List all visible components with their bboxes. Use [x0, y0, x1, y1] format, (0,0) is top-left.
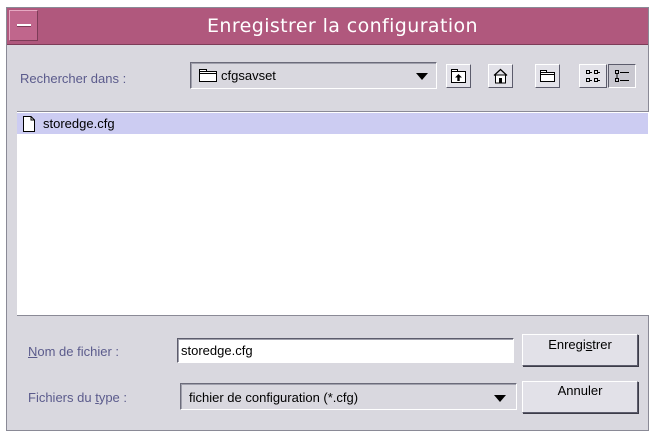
file-name-label-text: om de fichier :	[37, 344, 120, 359]
look-in-value: cfgsavset	[221, 68, 276, 83]
file-name-label-mnemonic: N	[28, 344, 38, 359]
file-list[interactable]: storedge.cfg	[17, 111, 649, 316]
title-bar[interactable]: Enregistrer la configuration	[7, 8, 648, 45]
cancel-button[interactable]: Annuler	[522, 381, 638, 413]
up-one-level-icon	[451, 69, 466, 83]
look-in-combo[interactable]: cfgsavset	[190, 62, 437, 89]
window-title: Enregistrer la configuration	[207, 15, 478, 37]
up-one-level-button[interactable]	[446, 64, 471, 88]
file-name-label: Nom de fichier :	[28, 344, 119, 359]
list-view-button[interactable]	[579, 64, 607, 88]
new-folder-icon	[540, 70, 555, 82]
save-dialog: Enregistrer la configuration Rechercher …	[6, 7, 649, 431]
look-in-label: Rechercher dans :	[20, 71, 127, 86]
list-view-icon	[586, 70, 600, 82]
file-list-item[interactable]: storedge.cfg	[17, 113, 648, 134]
home-button[interactable]	[488, 64, 513, 88]
save-button-label: Enregistrer	[548, 337, 612, 352]
folder-icon	[199, 69, 217, 82]
details-view-button[interactable]	[608, 64, 636, 88]
file-type-combo[interactable]: fichier de configuration (*.cfg)	[180, 383, 517, 410]
window-menu-button[interactable]	[9, 10, 38, 41]
details-view-icon	[615, 70, 629, 82]
file-type-label: Fichiers du type :	[28, 390, 128, 405]
chevron-down-icon	[416, 73, 428, 80]
view-toggle-group	[579, 64, 637, 88]
file-name-input[interactable]	[177, 338, 514, 363]
home-icon	[493, 68, 508, 84]
chevron-down-icon	[494, 395, 506, 402]
new-folder-button[interactable]	[535, 64, 560, 88]
file-icon	[23, 116, 35, 132]
file-name: storedge.cfg	[43, 116, 115, 131]
window-menu-icon	[17, 24, 31, 27]
file-type-value: fichier de configuration (*.cfg)	[189, 390, 359, 405]
cancel-button-label: Annuler	[557, 383, 603, 398]
save-button[interactable]: Enregistrer	[522, 334, 638, 366]
